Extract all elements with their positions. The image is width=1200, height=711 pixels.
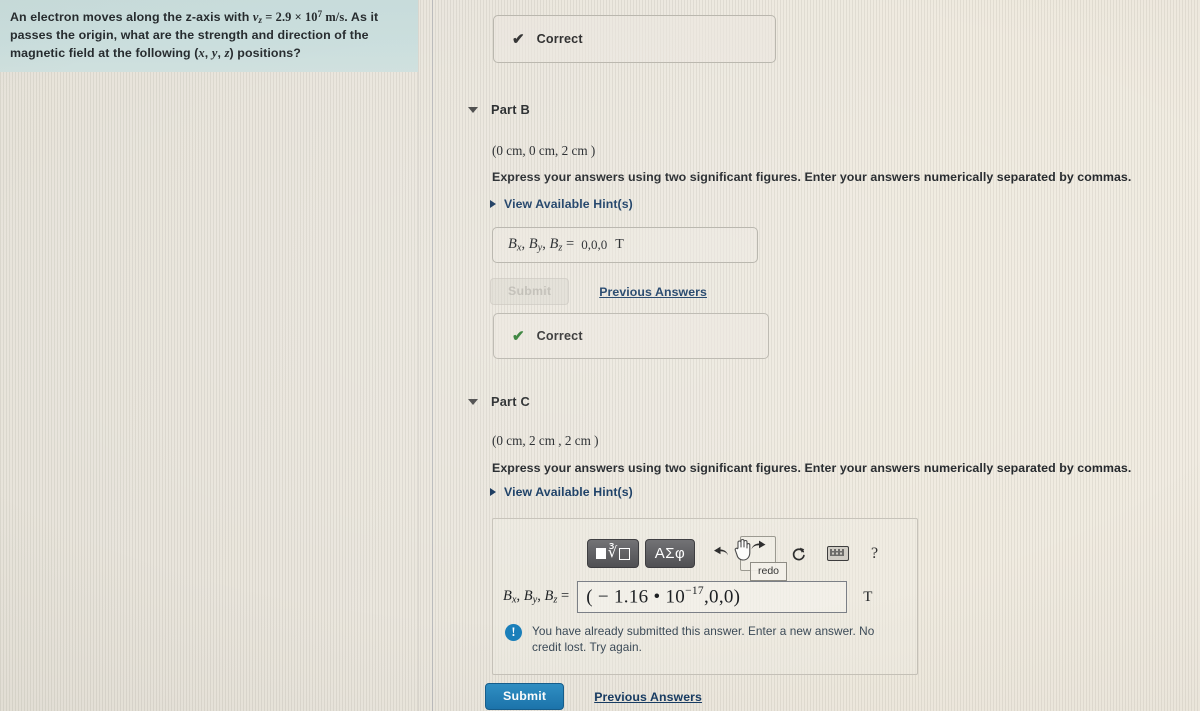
coord-y-symbol: y (211, 45, 218, 60)
part-c-answer-label: Bx, By, Bz = (503, 588, 570, 606)
part-b-answer-unit: T (615, 237, 624, 252)
question-text-part3: ) positions? (229, 45, 301, 60)
greek-symbols-button[interactable]: ΑΣφ (645, 539, 695, 568)
undo-arrow-icon[interactable] (711, 545, 730, 562)
filled-square-glyph (595, 548, 606, 559)
part-b-answer-label: Bx, By, Bz = (508, 236, 575, 254)
part-c-answer-unit: T (863, 588, 873, 605)
part-b-previous-answers-link[interactable]: Previous Answers (599, 285, 707, 299)
question-panel: An electron moves along the z-axis with … (0, 0, 418, 73)
math-template-icon[interactable]: ∛ (587, 539, 639, 568)
part-c-header[interactable]: Part C (468, 394, 530, 409)
math-toolbar: ∛ ΑΣφ redo ? (587, 536, 878, 581)
nth-root-glyph: ∛ (607, 544, 618, 561)
part-b-hint-link[interactable]: View Available Hint(s) (490, 197, 633, 211)
check-icon: ✔ (512, 327, 525, 345)
part-c-answer-row: Bx, By, Bz = ( − 1.16 • 10−17,0,0) T (503, 581, 872, 613)
part-c-answer-value: ( − 1.16 • 10−17,0,0) (586, 585, 741, 608)
velocity-unit: m/s (322, 10, 345, 25)
check-icon: ✔ (512, 30, 525, 48)
outline-square-glyph (619, 547, 631, 560)
panel-divider (432, 0, 433, 711)
keyboard-icon[interactable] (827, 546, 849, 561)
part-c-hint-label: View Available Hint(s) (504, 485, 633, 499)
triangle-right-icon (490, 488, 496, 496)
part-c-hint-link[interactable]: View Available Hint(s) (490, 485, 633, 499)
part-b-answer-box: Bx, By, Bz = 0,0,0 T (492, 227, 758, 263)
part-b-submit-button[interactable]: Submit (490, 278, 570, 305)
correct-banner-part-a: ✔ Correct (493, 15, 776, 63)
part-c-warning: ! You have already submitted this answer… (505, 623, 905, 656)
page-root: An electron moves along the z-axis with … (0, 0, 1200, 711)
part-c-actions: Submit Previous Answers (485, 683, 702, 710)
part-b-answer-value: 0,0,0 (581, 237, 608, 252)
redo-button-wrapper: redo (734, 536, 788, 581)
correct-banner-part-b: ✔ Correct (493, 313, 769, 359)
redo-tooltip: redo (750, 562, 788, 581)
part-c-answer-exponent: −17 (685, 585, 704, 598)
velocity-equals: = (262, 10, 276, 25)
part-c-warning-text: You have already submitted this answer. … (532, 624, 875, 655)
answers-column: ✔ Correct Part B (0 cm, 0 cm, 2 cm ) Exp… (452, 0, 1188, 711)
part-b-hint-label: View Available Hint(s) (504, 197, 633, 211)
part-c-submit-button[interactable]: Submit (485, 683, 565, 710)
coord-x-symbol: x (198, 45, 205, 60)
question-text-part1: An electron moves along the z-axis with (10, 10, 253, 25)
part-c-coordinates: (0 cm, 2 cm , 2 cm ) (492, 433, 599, 448)
part-c-answer-panel: ∛ ΑΣφ redo ? Bx, By, Bz = (− 1.16 • 10−… (492, 518, 918, 675)
part-c-title: Part C (491, 394, 530, 409)
part-c-answer-input[interactable]: ( − 1.16 • 10−17,0,0) (577, 581, 848, 613)
part-b-actions: Submit Previous Answers (490, 278, 707, 305)
question-text: An electron moves along the z-axis with … (10, 9, 379, 60)
part-b-instructions: Express your answers using two significa… (492, 170, 1132, 184)
part-b-title: Part B (491, 102, 530, 117)
help-question-mark-icon[interactable]: ? (871, 545, 878, 563)
correct-label-part-b: Correct (536, 329, 583, 343)
part-b-coordinates: (0 cm, 0 cm, 2 cm ) (492, 143, 596, 158)
part-c-instructions: Express your answers using two significa… (492, 461, 1132, 475)
triangle-right-icon (490, 200, 496, 208)
triangle-down-icon[interactable] (468, 106, 478, 113)
triangle-down-icon[interactable] (468, 398, 478, 405)
correct-label-part-a: Correct (536, 32, 583, 46)
exclamation-circle-icon: ! (505, 624, 522, 641)
reset-circular-arrow-icon[interactable] (790, 545, 807, 563)
part-c-previous-answers-link[interactable]: Previous Answers (594, 690, 702, 704)
panel-divider-inner (418, 0, 419, 711)
part-b-header[interactable]: Part B (468, 102, 530, 117)
velocity-value: 2.9 × 10 (275, 10, 318, 25)
